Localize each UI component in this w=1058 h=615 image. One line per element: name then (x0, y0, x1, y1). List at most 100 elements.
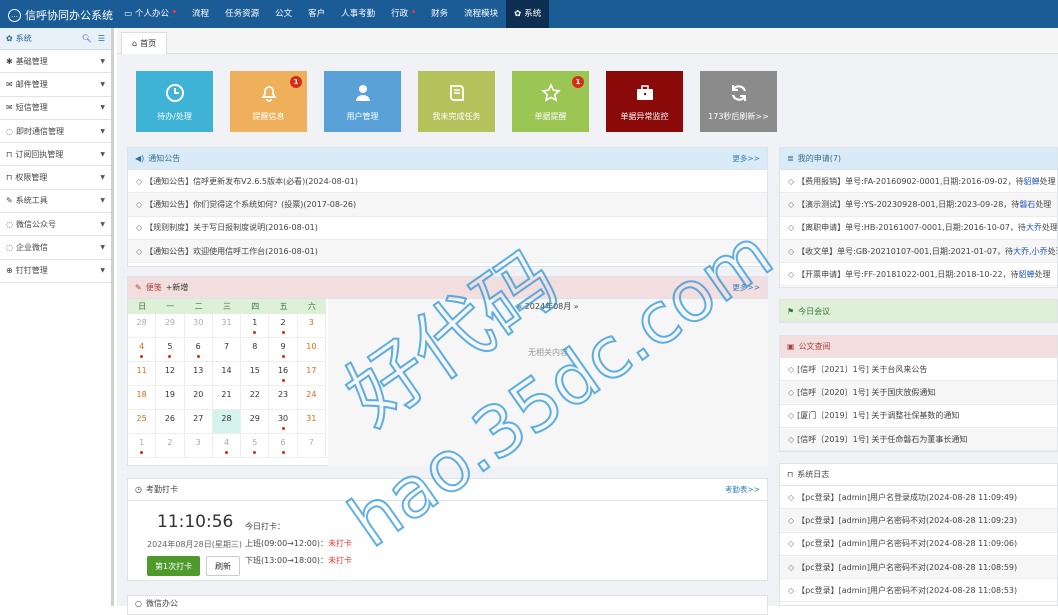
app-logo[interactable]: … 信呼协同办公系统 (8, 7, 113, 23)
tile-briefcase-button[interactable]: 单据异常监控 (606, 71, 683, 132)
application-assignee[interactable]: 磐石 (1019, 199, 1035, 210)
calendar-day[interactable]: 10 (297, 338, 326, 362)
nav-item-0[interactable]: ▭ 个人办公 (116, 0, 184, 28)
nav-item-5[interactable]: 人事考勤 (333, 0, 383, 28)
application-row[interactable]: ◇ 【收文单】单号:GB-20210107-001,日期:2021-01-07，待… (780, 239, 1057, 264)
calendar-day[interactable]: 2 (156, 434, 185, 458)
calendar-day[interactable]: 31 (297, 410, 326, 434)
sidebar-item-8[interactable]: ◌ 企业微信 ▼ (0, 236, 111, 260)
calendar-day[interactable]: 5 (156, 338, 185, 362)
calendar-day[interactable]: 4 (212, 434, 242, 458)
calendar-day[interactable]: 16 (269, 362, 298, 386)
sidebar-item-3[interactable]: ◌ 即时通信管理 ▼ (0, 120, 111, 144)
calendar-day[interactable]: 28 (128, 314, 157, 338)
calendar-day[interactable]: 24 (297, 386, 326, 410)
nav-item-4[interactable]: 客户 (300, 0, 333, 28)
schedule-add-button[interactable]: +新增 (166, 282, 189, 293)
calendar-day[interactable]: 18 (128, 386, 157, 410)
search-icon[interactable]: 🔍︎ (82, 34, 92, 43)
calendar-day[interactable]: 28 (212, 410, 242, 434)
calendar-day[interactable]: 15 (241, 362, 270, 386)
calendar-day[interactable]: 1 (128, 434, 157, 458)
tile-bell-button[interactable]: 提醒信息 1 (230, 71, 307, 132)
refresh-button[interactable]: 刷新 (206, 556, 240, 576)
application-row[interactable]: ◇ 【演示测试】单号:YS-20230928-001,日期:2023-09-28，… (780, 193, 1057, 217)
document-row[interactable]: ◇ [信呼〔2021〕1号] 关于台风来公告 (780, 358, 1057, 382)
notice-row[interactable]: ◇ 【通知公告】欢迎使用信呼工作台(2016-08-01) (128, 239, 767, 264)
sidebar-item-7[interactable]: ◌ 微信公众号 ▼ (0, 213, 111, 237)
calendar-day[interactable]: 6 (269, 434, 298, 458)
calendar-day[interactable]: 13 (184, 362, 213, 386)
schedule-panel-header: ✎ 便笺 +新增 更多>> (128, 277, 767, 299)
calendar-day[interactable]: 5 (241, 434, 270, 458)
calendar-day[interactable]: 11 (128, 362, 157, 386)
tile-refresh-button[interactable]: 173秒后刷新>> (700, 71, 777, 132)
calendar-day[interactable]: 29 (241, 410, 270, 434)
tab-home[interactable]: ⌂ 首页 (121, 32, 168, 54)
sidebar-item-9[interactable]: ⊕ 钉钉管理 ▼ (0, 260, 111, 283)
nav-item-7[interactable]: 财务 (423, 0, 456, 28)
calendar-day[interactable]: 20 (184, 386, 213, 410)
notice-more-link[interactable]: 更多>> (732, 153, 760, 164)
calendar-month-nav[interactable]: « 2024年08月 » (328, 299, 768, 315)
sidebar-item-0[interactable]: ✱ 基础管理 ▼ (0, 50, 111, 74)
calendar-day[interactable]: 22 (241, 386, 270, 410)
application-assignee[interactable]: 大乔,小乔 (1013, 246, 1048, 257)
application-row[interactable]: ◇ 【费用报销】单号:FA-20160902-0001,日期:2016-09-02… (780, 170, 1057, 194)
tile-book-button[interactable]: 我未完成任务 (418, 71, 495, 132)
nav-item-3[interactable]: 公文 (267, 0, 300, 28)
bell-icon (260, 86, 277, 102)
punch-button[interactable]: 第1次打卡 (147, 556, 201, 576)
calendar-day[interactable]: 30 (269, 410, 298, 434)
calendar-day[interactable]: 17 (297, 362, 326, 386)
calendar-day[interactable]: 12 (156, 362, 185, 386)
calendar-day[interactable]: 6 (184, 338, 213, 362)
calendar-day[interactable]: 7 (212, 338, 242, 362)
calendar-day[interactable]: 23 (269, 386, 298, 410)
calendar-day[interactable]: 1 (241, 314, 270, 338)
document-row[interactable]: ◇ [厦门〔2019〕1号] 关于调整社保基数的通知 (780, 405, 1057, 428)
calendar-day[interactable]: 30 (184, 314, 213, 338)
calendar-day[interactable]: 4 (128, 338, 157, 362)
application-assignee[interactable]: 大乔 (1026, 222, 1042, 233)
calendar-day[interactable]: 7 (297, 434, 326, 458)
calendar-day[interactable]: 27 (184, 410, 213, 434)
nav-item-9[interactable]: ✿ 系统 (506, 0, 550, 28)
calendar-day[interactable]: 21 (212, 386, 242, 410)
nav-item-8[interactable]: 流程模块 (456, 0, 506, 28)
calendar-day[interactable]: 25 (128, 410, 157, 434)
notice-row[interactable]: ◇ 【规则制度】关于写日报制度说明(2016-08-01) (128, 217, 767, 240)
document-row[interactable]: ◇ [信呼〔2020〕1号] 关于国庆放假通知 (780, 381, 1057, 405)
nav-item-1[interactable]: 流程 (184, 0, 217, 28)
tile-star-button[interactable]: 单据提醒 1 (512, 71, 589, 132)
sidebar-item-4[interactable]: ⊓ 订阅回执管理 ▼ (0, 143, 111, 167)
application-assignee[interactable]: 貂蝉 (1019, 269, 1035, 280)
application-row[interactable]: ◇ 【离职申请】单号:HB-20161007-0001,日期:2016-10-07… (780, 217, 1057, 240)
schedule-more-link[interactable]: 更多>> (732, 282, 760, 293)
attendance-sheet-link[interactable]: 考勤表>> (725, 484, 760, 495)
calendar-day[interactable]: 3 (184, 434, 213, 458)
sidebar-item-5[interactable]: ⊓ 权限管理 ▼ (0, 166, 111, 190)
sidebar-item-6[interactable]: ✎ 系统工具 ▼ (0, 190, 111, 214)
calendar-day[interactable]: 26 (156, 410, 185, 434)
calendar-day[interactable]: 9 (269, 338, 298, 362)
nav-item-6[interactable]: 行政 (383, 0, 423, 28)
application-assignee[interactable]: 貂蝉 (1024, 176, 1040, 187)
application-row[interactable]: ◇ 【开票申请】单号:FF-20181022-001,日期:2018-10-22，… (780, 263, 1057, 287)
nav-item-2[interactable]: 任务资源 (217, 0, 267, 28)
calendar-day[interactable]: 29 (156, 314, 185, 338)
calendar-day[interactable]: 8 (241, 338, 270, 362)
sidebar-item-2[interactable]: ✉ 短信管理 ▼ (0, 97, 111, 120)
tile-clock-button[interactable]: 待办/处理 (136, 71, 213, 132)
notice-row[interactable]: ◇ 【通知公告】你们觉得这个系统如何？(投票)(2017-08-26) (128, 193, 767, 217)
calendar-day[interactable]: 2 (269, 314, 298, 338)
menu-toggle-icon[interactable]: ☰ (98, 34, 105, 43)
calendar-day[interactable]: 31 (212, 314, 242, 338)
tile-user-button[interactable]: 用户管理 (324, 71, 401, 132)
calendar-day[interactable]: 19 (156, 386, 185, 410)
document-row[interactable]: ◇ [信呼〔2019〕1号] 关于任命磐石为董事长通知 (780, 427, 1057, 452)
sidebar-item-1[interactable]: ✉ 邮件管理 ▼ (0, 73, 111, 97)
calendar-day[interactable]: 3 (297, 314, 326, 338)
notice-row[interactable]: ◇ 【通知公告】信呼更新发布V2.6.5版本(必看)(2024-08-01) (128, 170, 767, 194)
calendar-day[interactable]: 14 (212, 362, 242, 386)
